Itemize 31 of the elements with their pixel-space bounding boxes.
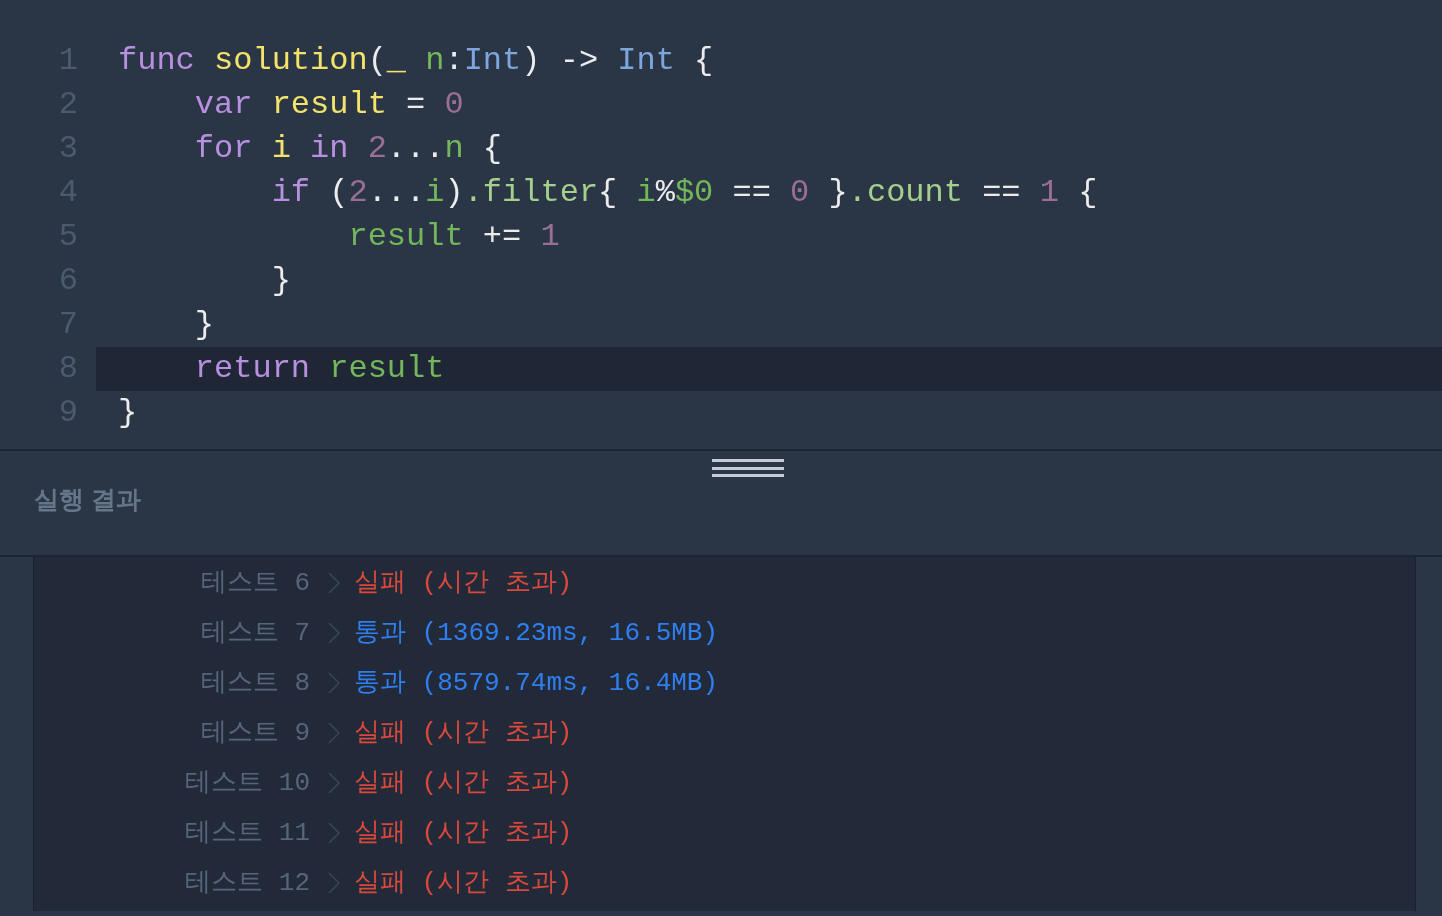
chevron-icon bbox=[328, 622, 340, 644]
code-line: var result = 0 bbox=[193, 85, 465, 125]
test-label: 테스트 7 bbox=[199, 616, 310, 650]
test-label: 테스트 8 bbox=[199, 666, 310, 700]
test-result: 실패 (시간 초과) bbox=[354, 566, 573, 600]
test-result: 통과 (8579.74ms, 16.4MB) bbox=[354, 666, 719, 700]
test-label: 테스트 11 bbox=[184, 816, 310, 850]
chevron-icon bbox=[328, 722, 340, 744]
test-result: 실패 (시간 초과) bbox=[354, 716, 573, 750]
chevron-icon bbox=[328, 572, 340, 594]
test-result: 실패 (시간 초과) bbox=[354, 866, 573, 900]
chevron-icon bbox=[328, 672, 340, 694]
code-line: } bbox=[193, 305, 215, 345]
code-line: } bbox=[270, 261, 292, 301]
panel-title: 실행 결과 bbox=[34, 484, 142, 515]
test-label: 테스트 10 bbox=[184, 766, 310, 800]
test-result: 실패 (시간 초과) bbox=[354, 816, 573, 850]
chevron-icon bbox=[328, 822, 340, 844]
drag-handle-icon[interactable] bbox=[712, 459, 784, 477]
chevron-icon bbox=[328, 872, 340, 894]
test-label: 테스트 12 bbox=[184, 866, 310, 900]
code-line: for i in 2...n { bbox=[193, 129, 504, 169]
code-line: if (2...i).filter{ i%$0 == 0 }.count == 1 { bbox=[270, 173, 1099, 213]
code-line: func solution(_ n:Int) -> Int { bbox=[117, 41, 715, 81]
test-result: 통과 (1369.23ms, 16.5MB) bbox=[354, 616, 719, 650]
code-line: result += 1 bbox=[347, 217, 561, 257]
code-line: } bbox=[117, 393, 139, 433]
test-label: 테스트 6 bbox=[199, 566, 310, 600]
test-label: 테스트 9 bbox=[199, 716, 310, 750]
chevron-icon bbox=[328, 772, 340, 794]
test-result: 실패 (시간 초과) bbox=[354, 766, 573, 800]
